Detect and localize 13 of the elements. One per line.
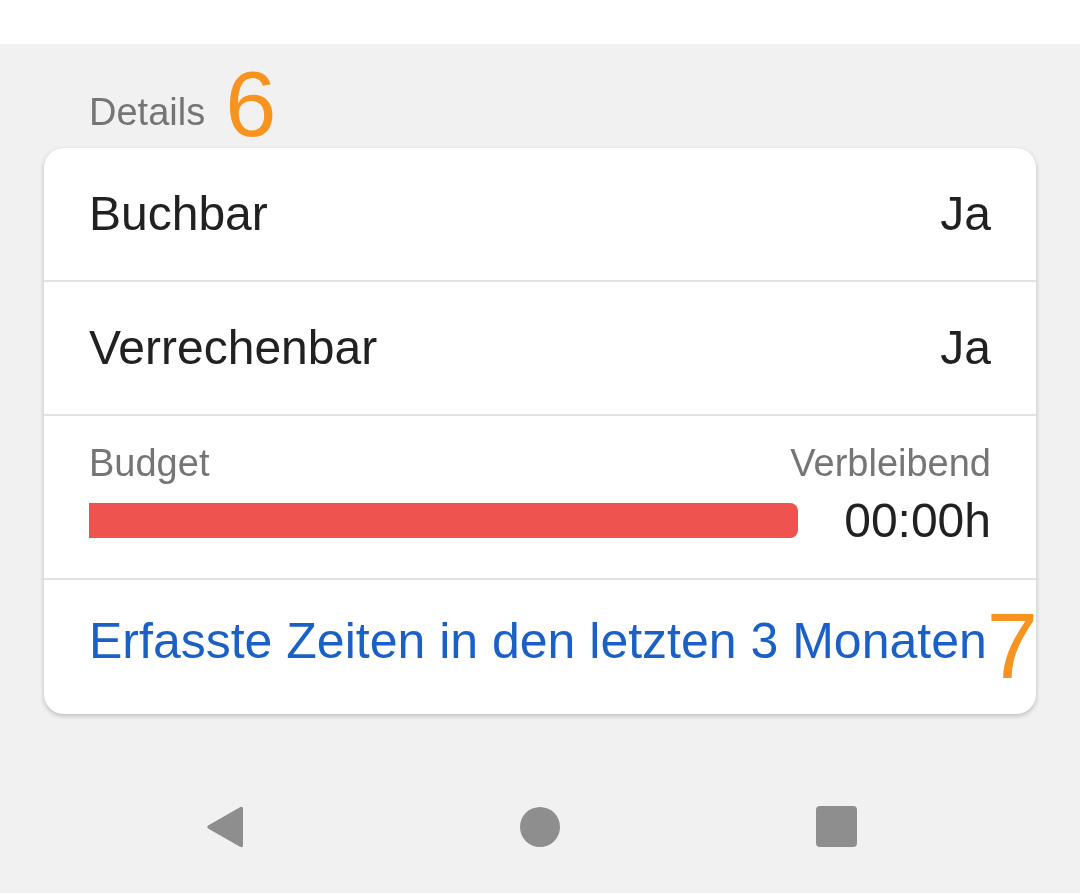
recorded-times-link[interactable]: Erfasste Zeiten in den letzten 3 Monaten: [89, 616, 987, 666]
row-label: Verrechenbar: [89, 324, 378, 372]
row-value: Ja: [940, 324, 991, 372]
annotation-number: 6: [225, 58, 277, 150]
row-value: Ja: [940, 190, 991, 238]
home-icon[interactable]: [520, 806, 560, 847]
annotation-number: 7: [986, 600, 1038, 692]
row-label: Buchbar: [89, 190, 268, 238]
remaining-label: Verbleibend: [790, 444, 991, 482]
remaining-time: 00:00h: [844, 497, 991, 545]
budget-label: Budget: [89, 444, 210, 482]
section-title: Details: [89, 93, 206, 131]
back-icon[interactable]: [205, 804, 245, 849]
